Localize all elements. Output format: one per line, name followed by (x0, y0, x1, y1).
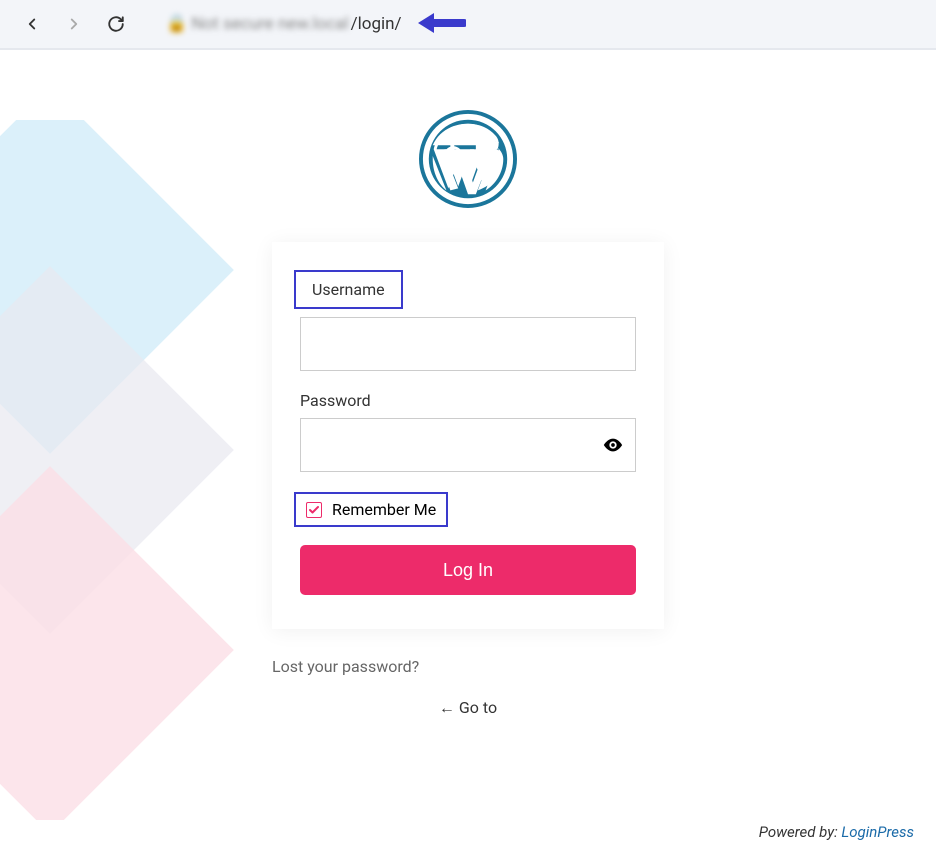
browser-toolbar: 🔒 Not secure new.local /login/ (0, 0, 936, 50)
show-password-button[interactable] (591, 434, 635, 456)
wordpress-logo (0, 110, 936, 212)
address-bar[interactable]: 🔒 Not secure new.local /login/ (166, 14, 402, 34)
checkmark-icon (308, 504, 320, 516)
reload-button[interactable] (104, 12, 128, 36)
eye-icon (602, 434, 624, 456)
username-label: Username (294, 270, 403, 309)
lost-password-link[interactable]: Lost your password? (272, 657, 419, 676)
url-blurred: 🔒 Not secure new.local (166, 14, 349, 34)
forward-button[interactable] (62, 12, 86, 36)
remember-me-group: Remember Me (294, 492, 448, 527)
annotation-arrow-icon (416, 8, 466, 38)
username-input[interactable] (300, 317, 636, 371)
footer-credit: Powered by: LoginPress (759, 823, 914, 841)
login-form: Username Password Remember Me Log In (272, 242, 664, 629)
remember-me-label: Remember Me (332, 500, 436, 519)
loginpress-link[interactable]: LoginPress (841, 823, 914, 841)
login-button[interactable]: Log In (300, 545, 636, 595)
url-visible: /login/ (351, 14, 402, 34)
password-label: Password (300, 391, 371, 410)
go-to-link[interactable]: ← Go to (272, 698, 664, 718)
back-button[interactable] (20, 12, 44, 36)
remember-me-checkbox[interactable] (306, 502, 322, 518)
password-input[interactable] (301, 419, 591, 471)
